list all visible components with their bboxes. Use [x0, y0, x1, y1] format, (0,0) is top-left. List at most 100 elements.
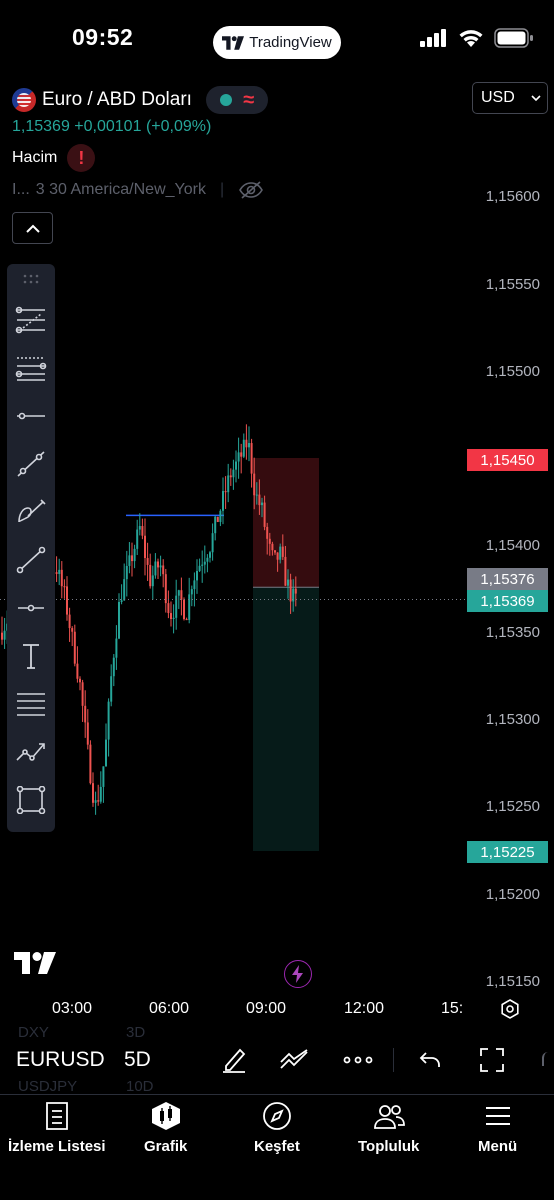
tab-explore[interactable]: Keşfet	[254, 1101, 300, 1155]
candle-body	[263, 502, 266, 527]
candle-body	[55, 572, 58, 574]
eur-usd-flag-icon	[12, 88, 36, 112]
candle-body	[86, 722, 89, 745]
brush-icon[interactable]	[13, 494, 49, 530]
candle-body	[58, 569, 61, 574]
fib-retracement-icon[interactable]	[13, 302, 49, 338]
more-dots-icon	[343, 1056, 373, 1064]
target-zone	[253, 587, 319, 851]
draw-tool-button[interactable]	[216, 1042, 252, 1078]
candle-body	[170, 613, 172, 619]
tradingview-pill[interactable]: TradingView	[213, 26, 341, 59]
candle-body	[193, 580, 196, 590]
symbol-name: Euro / ABD Doları	[42, 89, 192, 110]
candle-body	[144, 535, 146, 559]
fib-channel-icon[interactable]	[13, 350, 49, 386]
time-axis-label: 12:00	[344, 1000, 385, 1017]
candle-body	[248, 443, 250, 448]
price-axis-label: 1,15400	[485, 537, 540, 554]
trend-line-icon[interactable]	[13, 446, 49, 482]
time-axis-label: 15:	[441, 1000, 464, 1017]
symbol-toolbar: EURUSD 5D	[0, 1038, 554, 1082]
candle-body	[128, 555, 131, 566]
candle-body	[245, 439, 248, 448]
candle-body	[97, 800, 100, 802]
tab-label: Topluluk	[358, 1138, 420, 1155]
candle-body	[185, 619, 188, 621]
price-axis-label: 1,15300	[485, 711, 540, 728]
candle-body	[136, 529, 139, 549]
candle-body	[141, 526, 144, 536]
more-options-button[interactable]	[340, 1042, 376, 1078]
tab-watchlist[interactable]: İzleme Listesi	[8, 1101, 106, 1155]
lightning-icon[interactable]	[284, 960, 312, 988]
horizontal-ray-icon[interactable]	[13, 398, 49, 434]
candle-body	[112, 657, 115, 677]
candle-body	[94, 800, 97, 803]
drag-handle-icon[interactable]	[23, 274, 39, 284]
cross-line-icon[interactable]	[13, 590, 49, 626]
chart-settings-icon[interactable]	[499, 998, 521, 1020]
candle-body	[131, 555, 133, 562]
price-axis-label: 1,15200	[485, 886, 540, 903]
candle-body	[99, 786, 102, 802]
last-price: 1,15369	[12, 118, 70, 135]
volume-indicator[interactable]: Hacim !	[12, 144, 96, 172]
candle-body	[214, 516, 217, 534]
candle-body	[227, 475, 230, 493]
next-symbol-ghost: USDJPY	[18, 1078, 78, 1095]
tab-menu[interactable]: Menü	[478, 1101, 517, 1155]
candle-body	[180, 590, 183, 600]
text-icon[interactable]	[13, 638, 49, 674]
tab-community[interactable]: Topluluk	[358, 1101, 419, 1155]
warning-icon[interactable]: !	[67, 144, 96, 172]
timeframe-selector[interactable]: 5D	[124, 1048, 151, 1072]
candle-body	[115, 638, 118, 658]
price-axis-label: 1,15250	[485, 798, 540, 815]
price-change-row: 1,15369 +0,00101 (+0,09%)	[12, 118, 211, 136]
indicators-button[interactable]	[276, 1042, 312, 1078]
candle-body	[107, 701, 110, 740]
currency-select[interactable]: USD	[472, 82, 548, 114]
rectangle-icon[interactable]	[13, 782, 49, 818]
parallel-channel-icon[interactable]	[13, 686, 49, 722]
candle-body	[258, 494, 261, 506]
candle-body	[110, 676, 113, 702]
candle-body	[287, 579, 289, 586]
candle-body	[279, 546, 282, 560]
price-change-pct: (+0,09%)	[145, 118, 212, 135]
compass-icon	[263, 1102, 291, 1130]
price-axis-label: 1,15550	[485, 276, 540, 293]
price-axis-label: 1,15150	[485, 973, 540, 990]
market-status-chip[interactable]: ≈	[205, 86, 268, 114]
position-tool[interactable]	[253, 458, 319, 851]
candle-body	[209, 552, 211, 558]
symbol-header[interactable]: Euro / ABD Doları ≈	[12, 86, 268, 114]
bottom-tab-bar: İzleme Listesi Grafik Keşfet Topluluk Me…	[0, 1094, 554, 1200]
pill-label: TradingView	[249, 34, 332, 51]
candle-body	[79, 678, 81, 683]
candle-body	[266, 526, 269, 539]
candle-body	[284, 556, 287, 586]
candle-body	[261, 502, 263, 506]
entry-price-tag: 1,15376	[467, 568, 548, 590]
fullscreen-button[interactable]	[474, 1042, 510, 1078]
battery-icon	[494, 28, 533, 48]
candle-body	[242, 439, 245, 457]
candle-body	[154, 561, 157, 576]
candle-body	[159, 565, 162, 568]
candle-body	[146, 558, 149, 565]
candle-body	[76, 663, 79, 679]
currency-value: USD	[481, 89, 515, 106]
candle-body	[84, 705, 87, 723]
pattern-icon[interactable]	[13, 734, 49, 770]
candle-body	[255, 494, 258, 496]
line-icon[interactable]	[13, 542, 49, 578]
symbol-selector[interactable]: EURUSD	[16, 1048, 105, 1072]
candle-body	[151, 575, 154, 587]
candle-body	[118, 601, 120, 639]
tab-chart[interactable]: Grafik	[144, 1101, 187, 1155]
candle-body	[81, 682, 84, 706]
status-icons	[420, 28, 534, 48]
undo-button[interactable]	[412, 1042, 448, 1078]
